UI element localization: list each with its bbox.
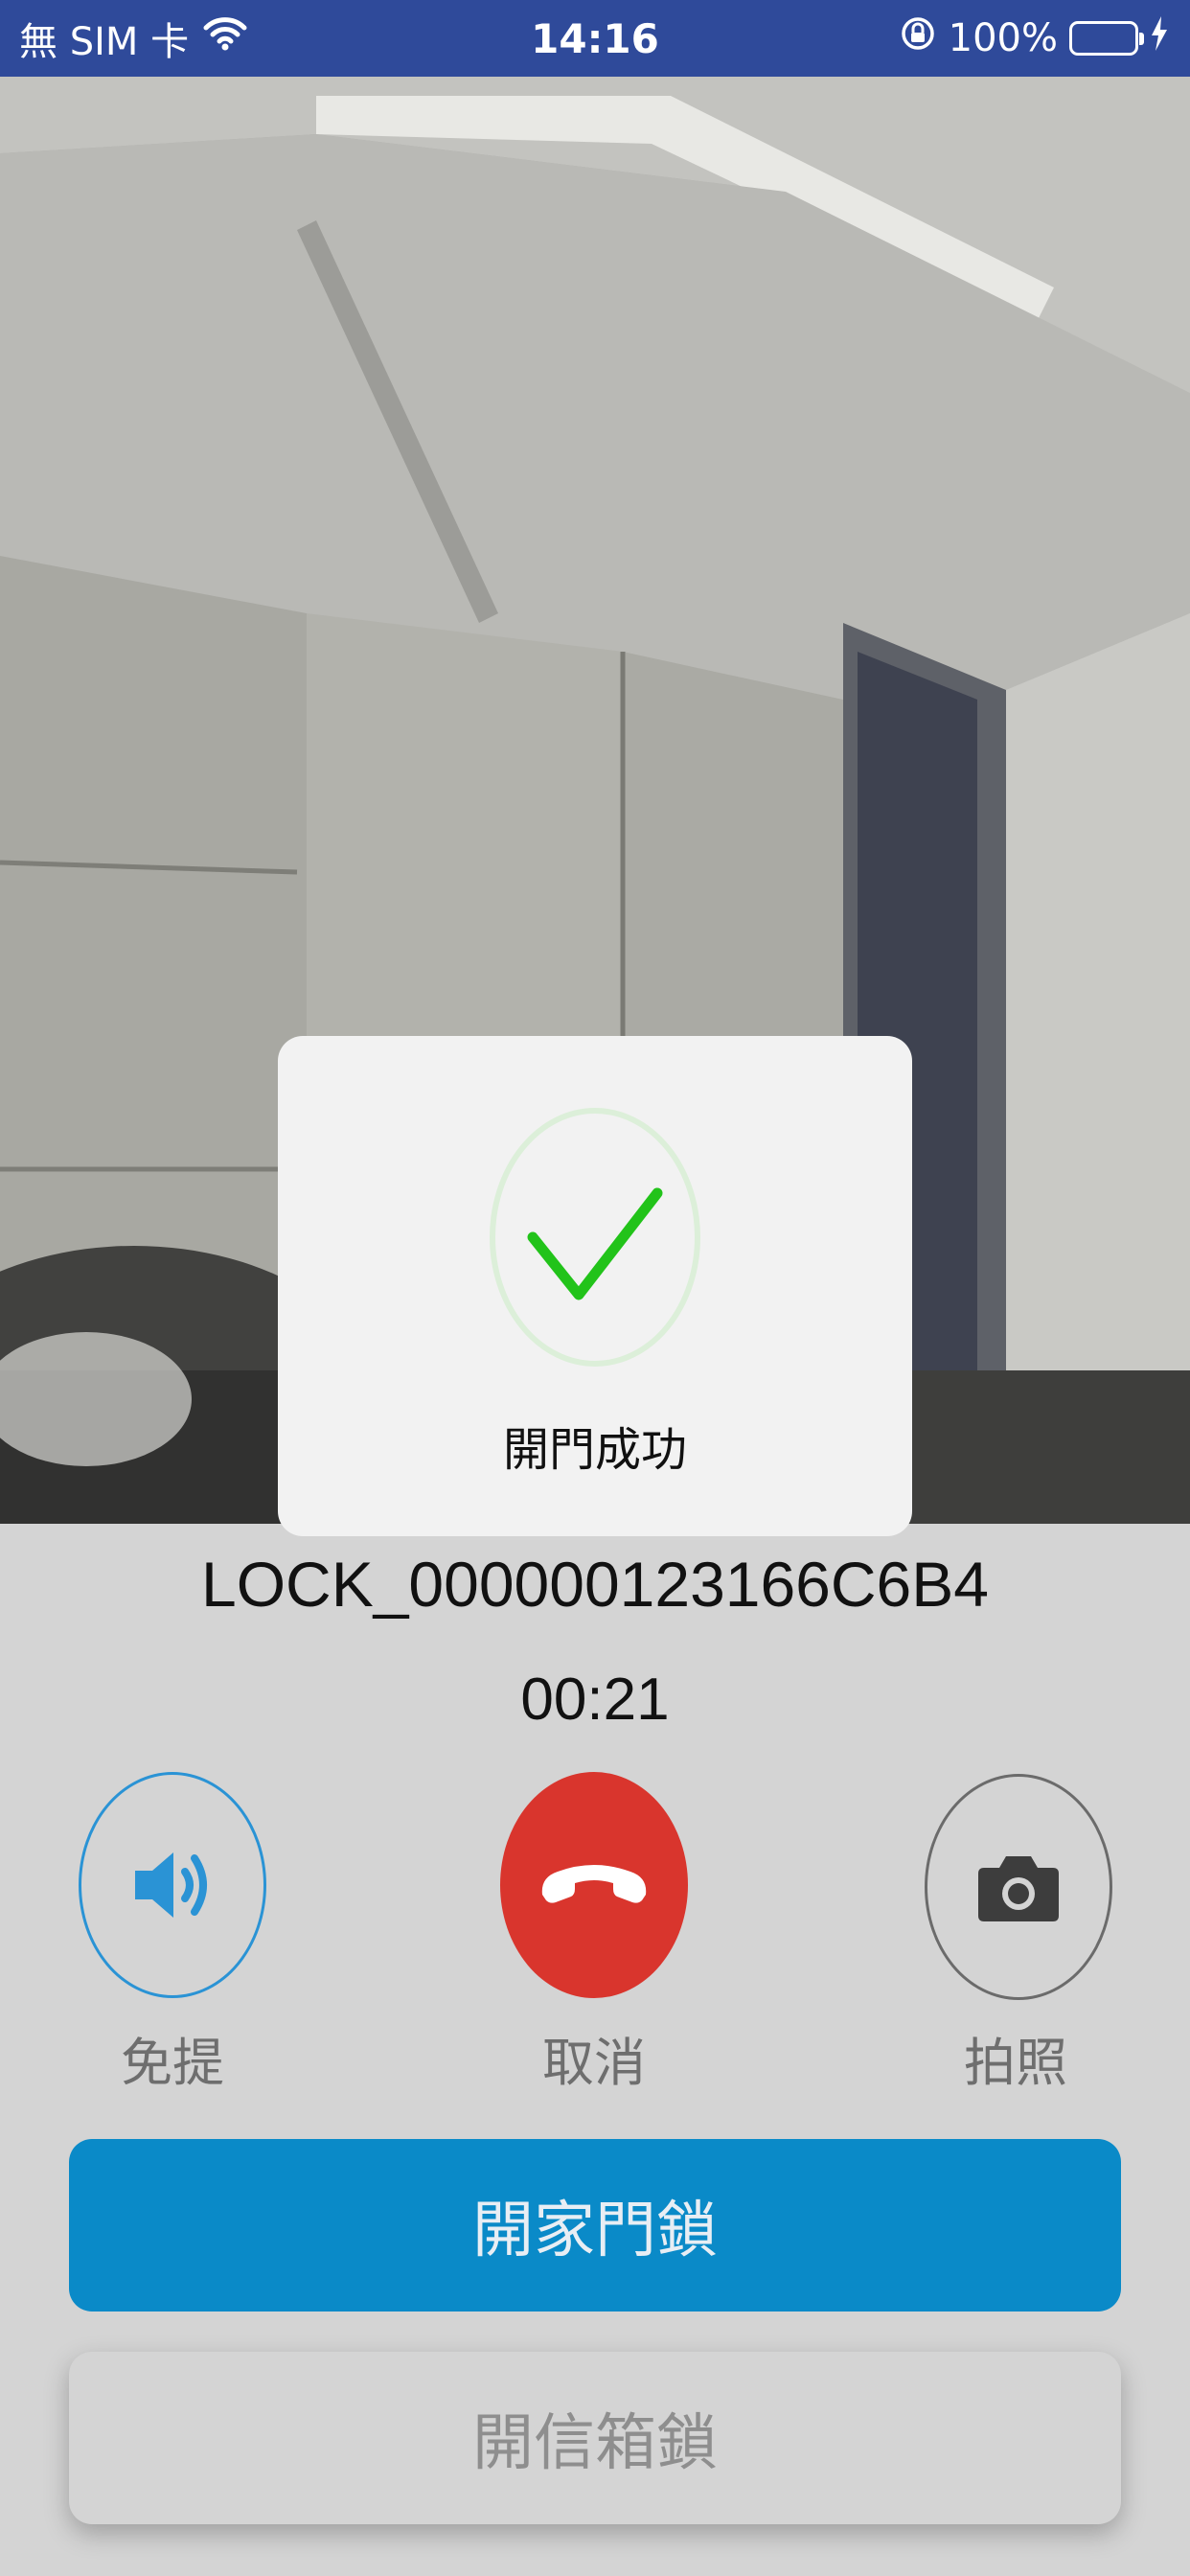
speaker-label: 免提 xyxy=(121,2033,224,2093)
open-door-lock-button[interactable]: 開家門鎖 xyxy=(69,2139,1121,2312)
cancel-label: 取消 xyxy=(542,2033,646,2093)
battery-icon xyxy=(1069,21,1144,56)
charging-icon xyxy=(1150,16,1169,60)
open-mailbox-lock-button[interactable]: 開信箱鎖 xyxy=(69,2352,1121,2524)
orientation-lock-icon xyxy=(899,14,937,62)
call-duration: 00:21 xyxy=(520,1667,670,1733)
camera-icon xyxy=(978,1856,1059,1921)
unlock-success-toast: 開門成功 xyxy=(278,1036,912,1536)
battery-percent: 100% xyxy=(948,16,1058,60)
take-photo-button[interactable] xyxy=(925,1774,1112,2000)
speaker-button[interactable] xyxy=(79,1772,266,1998)
device-name: LOCK_000000123166C6B4 xyxy=(200,1549,989,1620)
hang-up-phone-icon xyxy=(541,1865,647,1903)
hang-up-button[interactable] xyxy=(500,1772,688,1998)
toast-message: 開門成功 xyxy=(502,1423,687,1477)
status-bar: 無 SIM 卡 14:16 100% xyxy=(0,0,1190,77)
status-bar-right: 100% xyxy=(899,0,1169,77)
photo-label: 拍照 xyxy=(964,2033,1067,2093)
speaker-icon xyxy=(135,1852,207,1918)
checkmark-icon xyxy=(490,1108,700,1367)
